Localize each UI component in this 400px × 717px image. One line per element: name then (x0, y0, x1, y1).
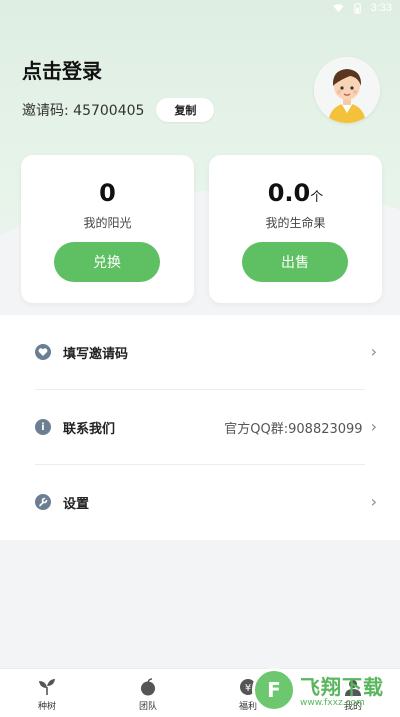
avatar-illustration (314, 57, 380, 123)
tab-label: 种树 (37, 702, 56, 712)
apple-icon (141, 678, 155, 696)
sell-button[interactable]: 出售 (242, 242, 348, 282)
tab-team[interactable]: 团队 (123, 677, 173, 712)
chevron-right-icon: › (370, 417, 377, 436)
watermark-title: 飞翔下载 (300, 675, 384, 699)
wrench-icon (35, 494, 51, 510)
menu-item-invite-code[interactable]: 填写邀请码 › (35, 315, 377, 389)
sunshine-value: 0 (99, 179, 116, 207)
chevron-right-icon: › (370, 342, 377, 361)
menu-list: 填写邀请码 › i 联系我们 官方QQ群:908823099 › 设置 › (0, 315, 400, 540)
status-bar: 3:33 (333, 0, 392, 16)
copy-button[interactable]: 复制 (156, 98, 215, 122)
menu-label-settings: 设置 (63, 496, 90, 512)
chevron-right-icon: › (370, 492, 377, 511)
sprout-icon (39, 679, 55, 695)
heart-icon (35, 344, 51, 360)
watermark-logo: F (252, 667, 296, 712)
menu-label-contact-us: 联系我们 (63, 421, 116, 437)
life-fruit-value: 0.0个 (267, 179, 324, 207)
watermark-text: 飞翔下载 www.fxxz.com (300, 671, 384, 708)
info-icon: i (35, 419, 51, 435)
tab-label: 团队 (138, 702, 157, 712)
login-title[interactable]: 点击登录 (22, 55, 102, 84)
qq-group-value: 官方QQ群:908823099 (224, 421, 363, 437)
life-fruit-card: 0.0个 我的生命果 出售 (209, 155, 382, 303)
invite-code-text: 邀请码: 45700405 (22, 103, 145, 119)
svg-text:¥: ¥ (245, 683, 251, 694)
battery-icon (353, 2, 361, 14)
wifi-icon (333, 3, 344, 12)
exchange-button[interactable]: 兑换 (54, 242, 160, 282)
tab-plant-tree[interactable]: 种树 (22, 677, 72, 712)
avatar[interactable] (314, 57, 380, 123)
menu-item-contact-us[interactable]: i 联系我们 官方QQ群:908823099 › (35, 390, 377, 464)
menu-item-settings[interactable]: 设置 › (35, 465, 377, 539)
watermark: F 飞翔下载 www.fxxz.com (252, 662, 400, 717)
invite-row: 邀请码: 45700405 复制 (22, 98, 215, 122)
menu-label-invite-code: 填写邀请码 (63, 346, 129, 362)
sunshine-label: 我的阳光 (83, 216, 132, 230)
life-fruit-label: 我的生命果 (265, 216, 326, 230)
status-time: 3:33 (370, 2, 392, 14)
sunshine-card: 0 我的阳光 兑换 (21, 155, 194, 303)
